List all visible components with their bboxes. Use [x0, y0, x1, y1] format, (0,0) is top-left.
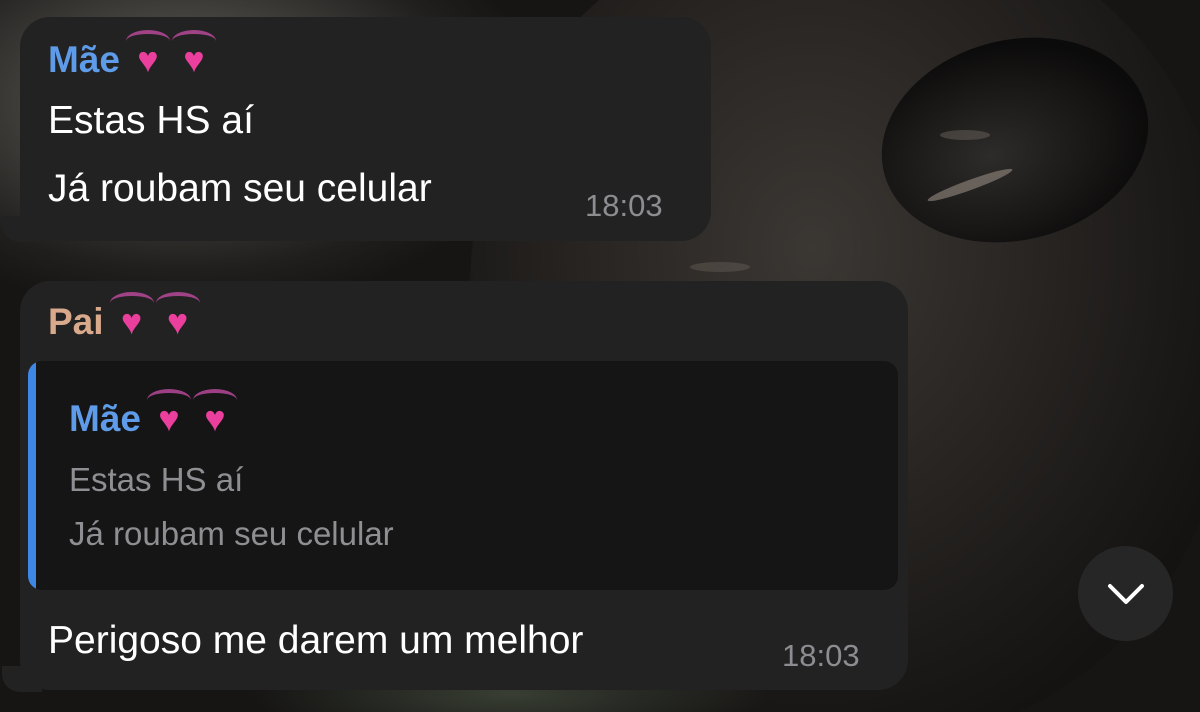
message-time: 18:03 — [782, 638, 860, 673]
reply-text-line: Já roubam seu celular — [69, 515, 394, 552]
reply-accent-bar — [28, 361, 36, 590]
reply-text-line: Estas HS aí — [69, 461, 244, 498]
heart-icon: ♥ — [192, 389, 237, 437]
message-bubble[interactable]: Pai ♥ ♥ Mãe ♥ ♥ Estas HS aí Já roubam seu ce… — [20, 281, 908, 690]
scroll-to-bottom-button[interactable] — [1078, 546, 1173, 641]
heart-icon: ♥ — [155, 292, 200, 340]
message-time: 18:03 — [585, 188, 663, 223]
heart-icon: ♥ — [109, 292, 154, 340]
heart-icon: ♥ — [146, 389, 191, 437]
message-text-line: Estas HS aí — [48, 99, 254, 142]
heart-icon: ♥ — [171, 30, 216, 78]
sender-name[interactable]: Pai ♥ ♥ — [48, 292, 200, 343]
reply-preview[interactable]: Mãe ♥ ♥ Estas HS aí Já roubam seu celular — [28, 361, 898, 590]
message-text-line: Perigoso me darem um melhor — [48, 619, 584, 662]
message-text-line: Já roubam seu celular — [48, 167, 432, 210]
sender-name[interactable]: Mãe ♥ ♥ — [48, 30, 216, 81]
heart-icon: ♥ — [125, 30, 170, 78]
chevron-down-icon — [1107, 583, 1144, 604]
message-bubble[interactable]: Mãe ♥ ♥ Estas HS aí Já roubam seu celular … — [20, 17, 711, 241]
reply-sender-name: Mãe ♥ ♥ — [69, 389, 237, 440]
